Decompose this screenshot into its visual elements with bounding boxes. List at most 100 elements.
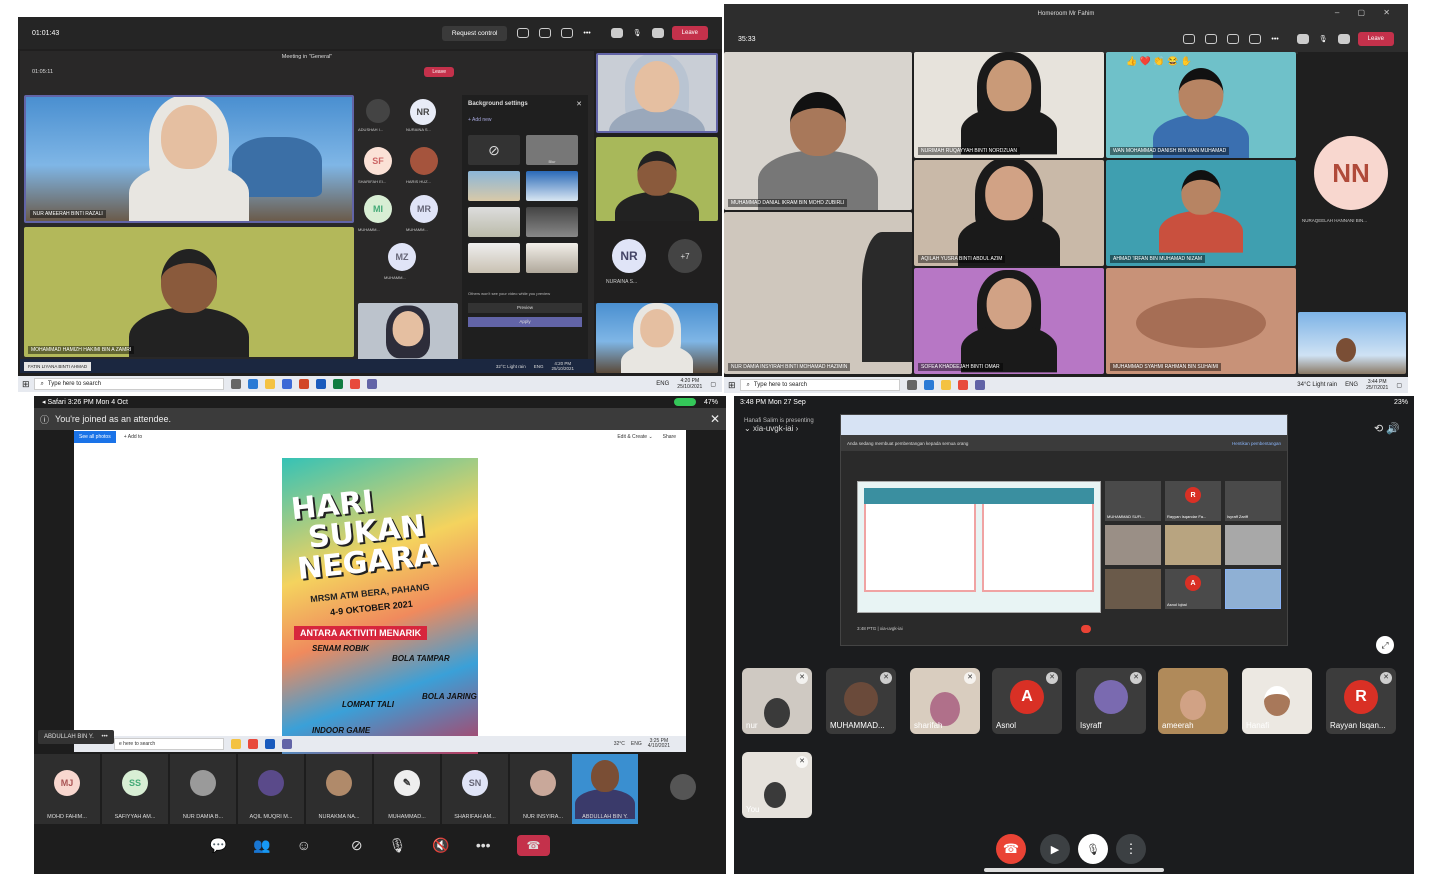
end-call-button[interactable]: ☎	[996, 834, 1026, 864]
video-tile[interactable]: NUR DAMIA INSYIRAH BINTI MOHAMAD HAZIMIN	[724, 212, 912, 374]
share-button[interactable]: Share	[663, 434, 676, 440]
camera-icon[interactable]	[1296, 34, 1309, 44]
notification-icon[interactable]: ▢	[710, 381, 716, 388]
background-option[interactable]	[468, 207, 520, 237]
camera-off-icon[interactable]: ⊘	[351, 837, 363, 854]
video-tile[interactable]	[358, 303, 458, 361]
more-icon[interactable]: •••	[101, 734, 107, 740]
see-all-photos-button[interactable]: See all photos	[74, 431, 116, 443]
video-tile[interactable]	[596, 53, 718, 133]
participant-chip[interactable]: ✕ Isyraff	[1076, 668, 1146, 734]
participant-chip[interactable]: SS SAFIYYAH AM...	[102, 754, 168, 824]
participant-chip[interactable]: NURAKMA NA...	[306, 754, 372, 824]
notification-icon[interactable]: ▢	[1396, 382, 1402, 389]
more-icon[interactable]: •••	[1271, 36, 1278, 43]
video-tile[interactable]: MUHAMMAD SYAHMI RAHMAN BIN SUHAIMI	[1106, 268, 1296, 374]
apply-button[interactable]: Apply	[468, 317, 582, 327]
avatar[interactable]	[366, 99, 390, 123]
close-icon[interactable]: ✕	[710, 412, 720, 426]
chrome-icon[interactable]	[349, 379, 360, 389]
participants-icon[interactable]	[517, 28, 530, 38]
chrome-icon[interactable]	[248, 739, 258, 749]
video-tile[interactable]	[1225, 525, 1281, 565]
add-new-button[interactable]: + Add new	[462, 113, 588, 127]
video-tile[interactable]	[596, 137, 718, 221]
preview-button[interactable]: Preview	[468, 303, 582, 313]
avatar-tile[interactable]: NN NURAQEELAH HANNANI BIN...	[1298, 52, 1408, 264]
more-participants-badge[interactable]: +7	[668, 239, 702, 273]
participant-chip[interactable]: ABDULLAH BIN Y.	[572, 754, 638, 824]
chat-icon[interactable]	[1205, 34, 1218, 44]
powerpoint-icon[interactable]	[298, 379, 309, 389]
taskbar-search-input[interactable]: ⌕ Type here to search	[739, 379, 900, 391]
store-icon[interactable]	[281, 379, 292, 389]
participant-chip[interactable]: SN SHARIFAH AM...	[442, 754, 508, 824]
background-option[interactable]	[526, 243, 578, 273]
windows-start-icon[interactable]: ⊞	[22, 379, 30, 390]
request-control-button[interactable]: Request control	[441, 25, 508, 41]
reactions-icon[interactable]	[561, 28, 574, 38]
more-icon[interactable]: •••	[476, 837, 491, 853]
avatar[interactable]	[670, 774, 696, 800]
close-icon[interactable]: ✕	[576, 100, 582, 108]
call-pill-icon[interactable]	[673, 398, 696, 406]
stop-presenting-button[interactable]: Hentikan pembentangan	[1232, 441, 1281, 446]
excel-icon[interactable]	[332, 379, 343, 389]
participant-chip[interactable]: NUR DAMIA B...	[170, 754, 236, 824]
self-view[interactable]: ✕ You	[742, 752, 812, 818]
participants-icon[interactable]	[1183, 34, 1196, 44]
teams-icon[interactable]	[974, 380, 985, 390]
chrome-icon[interactable]	[957, 380, 968, 390]
folder-icon[interactable]	[231, 739, 241, 749]
participant-chip[interactable]: NUR INSYIRA...	[510, 754, 576, 824]
avatar[interactable]: SF	[364, 147, 392, 175]
video-tile[interactable]	[1225, 569, 1281, 609]
video-tile[interactable]	[1298, 312, 1406, 374]
blur-option[interactable]: Blur	[526, 135, 578, 165]
share-icon[interactable]	[1337, 34, 1350, 44]
share-icon[interactable]	[651, 28, 664, 38]
windows-start-icon[interactable]: ⊞	[728, 380, 736, 391]
task-view-icon[interactable]	[906, 380, 917, 390]
avatar[interactable]: MZ	[388, 243, 416, 271]
video-tile[interactable]: MOHAMMAD HAMIZH HAKIMI BIN A ZAMRI	[24, 227, 354, 357]
video-tile[interactable]: MUHAMMAD DANIAL IKRAM BIN MOHD ZUBIRLI	[724, 52, 912, 210]
mic-off-icon[interactable]: 🎙	[389, 837, 407, 854]
reactions-icon[interactable]: ☺	[297, 837, 311, 853]
avatar[interactable]: MI	[364, 195, 392, 223]
teams-icon[interactable]	[282, 739, 292, 749]
video-tile[interactable]: MUHAMMAD SUFI...	[1105, 481, 1161, 521]
add-to-button[interactable]: + Add to	[124, 434, 143, 440]
video-tile[interactable]	[1165, 525, 1221, 565]
video-tile[interactable]	[596, 303, 718, 373]
mic-off-icon[interactable]: 🎙	[1078, 834, 1108, 864]
video-tile[interactable]: AQILAH YUSRA BINTI ABDUL AZIM	[914, 160, 1104, 266]
video-tile[interactable]: SOFEA KHADEEJAH BINTI OMAR	[914, 268, 1104, 374]
end-call-button[interactable]: ☎	[516, 834, 551, 856]
video-tile[interactable]: A Asnol Iqbal	[1165, 569, 1221, 609]
chevron-down-icon[interactable]: ⌄	[744, 424, 753, 433]
word-icon[interactable]	[315, 379, 326, 389]
rooms-icon[interactable]	[1249, 34, 1262, 44]
edit-create-button[interactable]: Edit & Create ⌄	[617, 434, 652, 440]
background-option[interactable]	[468, 243, 520, 273]
video-tile[interactable]: 👍 ❤️ 👏 😂 ✋ WAN MOHAMMAD DANISH BIN WAN M…	[1106, 52, 1296, 158]
video-tile[interactable]	[1105, 525, 1161, 565]
chat-icon[interactable]	[539, 28, 552, 38]
teams-icon[interactable]	[366, 379, 377, 389]
leave-button[interactable]: Leave	[671, 26, 708, 40]
video-tile[interactable]: NURIMAH RUQAYYAH BINTI NORDZUAN	[914, 52, 1104, 158]
taskbar-search-input[interactable]: ⌕ Type here to search	[33, 378, 224, 390]
participant-chip[interactable]: ✕ MUHAMMAD...	[826, 668, 896, 734]
participant-chip[interactable]: MJ MOHD FAHIM...	[34, 754, 100, 824]
folder-icon[interactable]	[940, 380, 951, 390]
video-tile[interactable]: Isyraff Zariff	[1225, 481, 1281, 521]
video-tile[interactable]	[1105, 569, 1161, 609]
no-background-option[interactable]: ⊘	[468, 135, 520, 165]
camera-icon[interactable]	[610, 28, 623, 38]
participant-chip[interactable]: ✎ MUHAMMAD...	[374, 754, 440, 824]
folder-icon[interactable]	[264, 379, 275, 389]
leave-button[interactable]: Leave	[1357, 32, 1394, 46]
inner-leave-button[interactable]: Leave	[424, 67, 454, 77]
more-options-icon[interactable]: ⋮	[1116, 834, 1146, 864]
